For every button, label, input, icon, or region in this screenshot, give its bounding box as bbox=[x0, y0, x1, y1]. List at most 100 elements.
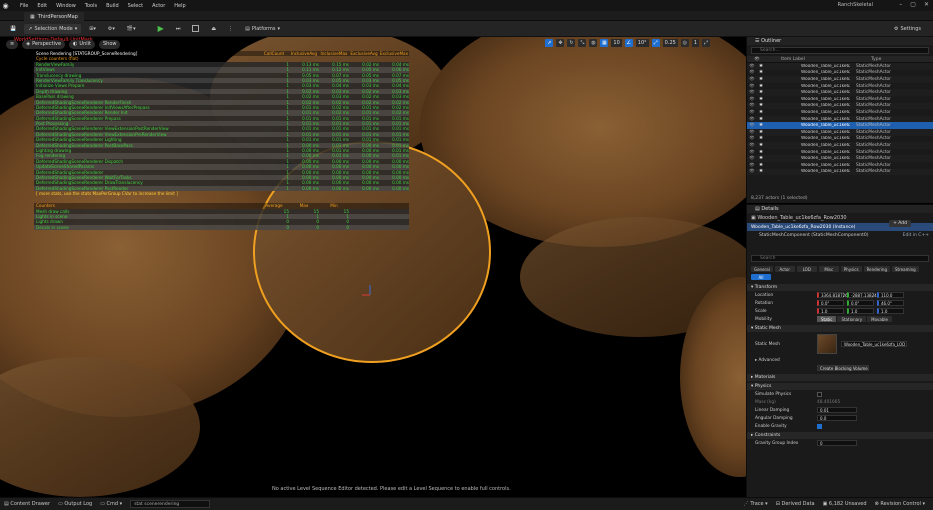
visibility-toggle-icon[interactable]: 👁 bbox=[747, 103, 757, 108]
output-log-button[interactable]: ▭ Output Log bbox=[58, 501, 92, 507]
simulate-physics-checkbox[interactable] bbox=[817, 391, 822, 397]
category-tab-general[interactable]: General bbox=[751, 266, 773, 272]
category-tab-physics[interactable]: Physics bbox=[840, 266, 862, 272]
menu-build[interactable]: Build bbox=[106, 3, 119, 9]
visibility-toggle-icon[interactable]: 👁 bbox=[747, 150, 757, 155]
component-row[interactable]: StaticMeshComponent (StaticMeshComponent… bbox=[747, 231, 933, 239]
outliner-row[interactable]: 👁✱ Wooden_Table_uc1ke6zfa_Row2025 StaticMe… bbox=[747, 89, 933, 96]
mobility-movable[interactable]: Movable bbox=[867, 316, 892, 322]
minimize-icon[interactable]: – bbox=[899, 1, 902, 8]
visibility-toggle-icon[interactable]: 👁 bbox=[747, 110, 757, 115]
linear-damping-field[interactable]: 0.01 bbox=[817, 407, 857, 413]
menu-help[interactable]: Help bbox=[174, 3, 185, 9]
outliner-row[interactable]: 👁✱ Wooden_Table_uc1ke6zfa_Row2028 StaticMe… bbox=[747, 109, 933, 116]
visibility-icon[interactable]: 👁 bbox=[747, 57, 767, 62]
grid-snap-value[interactable]: 10 bbox=[611, 39, 622, 47]
category-tab-lod[interactable]: LOD bbox=[796, 266, 817, 272]
mobility-static[interactable]: Static bbox=[817, 316, 837, 322]
static-mesh-picker[interactable]: Wooden_Table_uc1ke6zfa_LOD bbox=[841, 341, 907, 347]
visibility-toggle-icon[interactable]: 👁 bbox=[747, 169, 757, 174]
menu-tools[interactable]: Tools bbox=[85, 3, 97, 9]
eject-button[interactable]: ⏏ bbox=[207, 24, 220, 34]
rotation-snap-value[interactable]: 10° bbox=[635, 39, 649, 47]
advanced-row[interactable]: ▸ Advanced bbox=[747, 356, 933, 364]
create-blocking-volume-button[interactable]: Create Blocking Volume bbox=[817, 365, 869, 371]
scale-snap-value[interactable]: 0.25 bbox=[662, 39, 678, 47]
location-z-field[interactable]: 110.0 bbox=[877, 292, 904, 298]
menu-actor[interactable]: Actor bbox=[152, 3, 165, 9]
category-tab-misc[interactable]: Misc bbox=[818, 266, 839, 272]
scale-tool-icon[interactable]: ⤡ bbox=[578, 39, 587, 47]
item-label-column[interactable]: Item Label bbox=[767, 57, 871, 62]
move-tool-icon[interactable]: ✥ bbox=[556, 39, 565, 47]
outliner-row[interactable]: 👁✱ Wooden_Table_uc1ke6zfa_Row2030 StaticMe… bbox=[747, 122, 933, 129]
play-button[interactable]: ▶ bbox=[154, 24, 168, 34]
enable-gravity-checkbox[interactable] bbox=[817, 423, 822, 429]
menu-window[interactable]: Window bbox=[56, 3, 76, 9]
outliner-row[interactable]: 👁✱ Wooden_Table_uc1ke6zfa_Row2032 StaticMe… bbox=[747, 136, 933, 143]
visibility-toggle-icon[interactable]: 👁 bbox=[747, 143, 757, 148]
scale-snap-icon[interactable]: ⤢ bbox=[651, 39, 660, 47]
outliner-row[interactable]: 👁✱ Wooden_Table_uc1ke6zfa_Row2021 StaticMe… bbox=[747, 63, 933, 70]
menu-file[interactable]: File bbox=[20, 3, 28, 9]
platforms-button[interactable]: ▤ Platforms ▾ bbox=[241, 24, 284, 34]
menu-edit[interactable]: Edit bbox=[37, 3, 47, 9]
stop-button[interactable] bbox=[188, 24, 203, 34]
location-y-field[interactable]: -2887.138243 bbox=[847, 292, 879, 298]
step-button[interactable]: ⏭ bbox=[172, 24, 185, 34]
cinematics-button[interactable]: 🎬▾ bbox=[123, 24, 140, 34]
visibility-toggle-icon[interactable]: 👁 bbox=[747, 136, 757, 141]
maximize-viewport-icon[interactable]: ⤢ bbox=[702, 39, 710, 47]
visibility-toggle-icon[interactable]: 👁 bbox=[747, 163, 757, 168]
gravity-group-field[interactable]: 0 bbox=[817, 440, 857, 446]
derived-data-button[interactable]: ⊟ Derived Data bbox=[776, 501, 815, 507]
show-button[interactable]: Show bbox=[98, 39, 121, 49]
type-column[interactable]: Type bbox=[871, 57, 881, 62]
camera-speed-value[interactable]: 1 bbox=[691, 39, 699, 47]
blueprint-button[interactable]: ⚙▾ bbox=[104, 24, 119, 34]
console-command-input[interactable]: stat scenerendering bbox=[130, 500, 211, 508]
materials-section[interactable]: ▸ Materials bbox=[747, 374, 933, 381]
rotation-x-field[interactable]: 0.0° bbox=[817, 300, 844, 306]
visibility-toggle-icon[interactable]: 👁 bbox=[747, 123, 757, 128]
visibility-toggle-icon[interactable]: 👁 bbox=[747, 130, 757, 135]
outliner-row[interactable]: 👁✱ Wooden_Table_uc1ke6zfa_Row2034 StaticMe… bbox=[747, 149, 933, 156]
outliner-row[interactable]: 👁✱ Wooden_Table_uc1ke6zfa_Row2022 StaticMe… bbox=[747, 70, 933, 77]
revision-control-button[interactable]: ⊗ Revision Control ▾ bbox=[875, 501, 925, 507]
visibility-toggle-icon[interactable]: 👁 bbox=[747, 117, 757, 122]
select-tool-icon[interactable]: ➚ bbox=[545, 39, 554, 47]
outliner-tab[interactable]: ☰ Outliner bbox=[747, 37, 933, 45]
category-tab-all[interactable]: All bbox=[751, 274, 771, 280]
viewport-menu-button[interactable]: ≡ bbox=[6, 39, 19, 49]
scale-z-field[interactable]: 1.0 bbox=[877, 308, 904, 314]
outliner-row[interactable]: 👁✱ Wooden_Table_uc1ke6zfa_Row2024 StaticMe… bbox=[747, 83, 933, 90]
outliner-row[interactable]: 👁✱ Wooden_Table_uc1ke6zfa_Row2035 StaticMe… bbox=[747, 155, 933, 162]
details-tab[interactable]: ▤ Details bbox=[747, 205, 933, 213]
transform-section[interactable]: ▾ Transform bbox=[747, 284, 933, 291]
world-space-icon[interactable]: ◍ bbox=[589, 39, 598, 47]
visibility-toggle-icon[interactable]: 👁 bbox=[747, 97, 757, 102]
cmd-selector[interactable]: ▭ Cmd ▾ bbox=[100, 501, 122, 507]
category-tab-streaming[interactable]: Streaming bbox=[892, 266, 919, 272]
edit-cpp-link[interactable]: Edit in C++ bbox=[903, 233, 929, 238]
trace-button[interactable]: ⋰ Trace ▾ bbox=[744, 501, 768, 507]
outliner-row[interactable]: 👁✱ Wooden_Table_uc1ke6zfa_Row2027 StaticMe… bbox=[747, 102, 933, 110]
mesh-thumbnail[interactable] bbox=[817, 334, 837, 354]
angular-damping-field[interactable]: 0.0 bbox=[817, 415, 857, 421]
static-mesh-section[interactable]: ▾ Static Mesh bbox=[747, 325, 933, 332]
mobility-stationary[interactable]: Stationary bbox=[837, 316, 867, 322]
visibility-toggle-icon[interactable]: 👁 bbox=[747, 156, 757, 161]
outliner-row[interactable]: 👁✱ Wooden_Table_uc1ke6zfa_Row2026 StaticMe… bbox=[747, 96, 933, 103]
category-tab-rendering[interactable]: Rendering bbox=[863, 266, 890, 272]
save-icon[interactable]: 💾 bbox=[6, 24, 20, 34]
maximize-icon[interactable]: ▢ bbox=[910, 1, 916, 8]
camera-speed-icon[interactable]: ◎ bbox=[680, 39, 689, 47]
perspective-button[interactable]: ◈ Perspective bbox=[22, 39, 66, 49]
visibility-toggle-icon[interactable]: 👁 bbox=[747, 64, 757, 69]
scale-x-field[interactable]: 1.0 bbox=[817, 308, 844, 314]
outliner-row[interactable]: 👁✱ Wooden_Table_uc1ke6zfa_Row2031 StaticMe… bbox=[747, 128, 933, 136]
physics-section[interactable]: ▾ Physics bbox=[747, 383, 933, 390]
rotation-z-field[interactable]: 46.0° bbox=[877, 300, 904, 306]
details-search-input[interactable]: Search bbox=[751, 255, 929, 262]
visibility-toggle-icon[interactable]: 👁 bbox=[747, 84, 757, 89]
